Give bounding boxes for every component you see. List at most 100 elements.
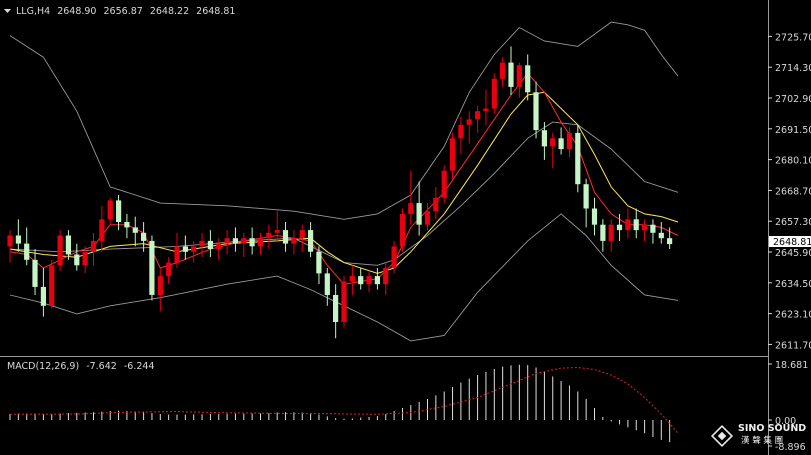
candle-body — [82, 251, 88, 266]
candle-body — [608, 224, 614, 241]
candle-body — [99, 219, 105, 241]
candle — [575, 124, 581, 193]
current-price-marker: 2648.81 — [769, 236, 811, 248]
candle-body — [583, 184, 589, 209]
header-close: 2648.81 — [196, 6, 235, 17]
price-tick-label: 2634.50 — [775, 279, 811, 290]
candle-body — [658, 232, 664, 239]
candle-body — [633, 219, 639, 231]
candle-body — [266, 232, 272, 239]
candle-body — [458, 124, 464, 139]
candle-body — [366, 276, 372, 285]
candle-body — [166, 262, 172, 277]
logo-name: SINO SOUND — [738, 423, 806, 434]
candle-body — [207, 240, 213, 249]
candle-body — [500, 62, 506, 79]
candle-body — [416, 203, 422, 225]
candle-body — [516, 65, 522, 87]
candle-body — [383, 268, 389, 285]
candle-body — [408, 203, 414, 214]
price-tick-label: 2680.10 — [775, 156, 811, 167]
candle — [441, 165, 447, 204]
candle-body — [591, 208, 598, 225]
chart-background — [0, 0, 811, 455]
candle-body — [316, 251, 322, 274]
candle-body — [391, 246, 397, 268]
macd-label: MACD(12,26,9) — [7, 361, 79, 372]
candle-body — [107, 200, 113, 220]
trading-chart: LLG,H4 2648.90 2656.87 2648.22 2648.81 M… — [0, 0, 811, 455]
current-price-label: 2648.81 — [773, 237, 811, 248]
candle-body — [241, 238, 247, 244]
candle-body — [433, 197, 439, 212]
candle-body — [40, 286, 46, 306]
candle-body — [424, 211, 431, 225]
candle-body — [157, 276, 163, 295]
svg-text:LLG,H4 2648.90 265: LLG,H4 2648.90 2656.87 2648.22 2648.81 — [16, 6, 235, 17]
candle-body — [341, 281, 347, 322]
header-symbol: LLG,H4 — [16, 6, 50, 17]
candle — [49, 259, 55, 309]
candle-body — [57, 235, 63, 266]
candle — [341, 276, 347, 328]
logo-subtitle: 漢 聲 集 團 — [741, 435, 783, 446]
svg-text:MACD(12,26,9) -7.642: MACD(12,26,9) -7.642 -6.244 — [7, 361, 154, 372]
price-tick-label: 2645.90 — [775, 248, 811, 259]
candle-body — [575, 132, 581, 185]
candle-body — [7, 235, 13, 247]
price-tick-label: 2623.10 — [775, 310, 811, 321]
candle-body — [541, 130, 547, 147]
chart-header: LLG,H4 2648.90 2656.87 2648.22 2648.81 — [4, 6, 235, 17]
candle-body — [182, 246, 188, 252]
candle-body — [616, 224, 623, 231]
header-high: 2656.87 — [104, 6, 143, 17]
candle-body — [24, 243, 30, 260]
candle-body — [149, 240, 155, 295]
candle — [491, 73, 497, 114]
candle-body — [224, 238, 230, 244]
candle-body — [625, 219, 631, 231]
candle-body — [282, 230, 289, 244]
candle-body — [483, 108, 489, 112]
candle-body — [116, 200, 122, 222]
candle-body — [299, 230, 305, 239]
candle-body — [466, 119, 472, 125]
candle — [57, 230, 63, 271]
candle-body — [508, 62, 514, 87]
candle-body — [191, 246, 197, 252]
macd-signal-value: -6.244 — [124, 361, 155, 372]
price-tick-label: 2611.70 — [775, 340, 811, 351]
candle-body — [274, 230, 280, 233]
candle-body — [399, 213, 405, 247]
candle-body — [124, 222, 130, 228]
candle-body — [558, 138, 564, 150]
candle-body — [216, 243, 222, 249]
price-tick-label: 2668.70 — [775, 186, 811, 197]
candle-body — [533, 92, 539, 131]
candle-body — [65, 235, 71, 255]
candle-body — [550, 138, 556, 147]
candle-body — [74, 254, 80, 266]
candle-body — [449, 138, 456, 171]
candle-body — [141, 232, 147, 241]
candle-body — [333, 295, 339, 322]
header-low: 2648.22 — [150, 6, 189, 17]
candle-body — [257, 238, 264, 247]
candle-body — [249, 238, 255, 247]
candle-body — [291, 238, 297, 244]
macd-top-tick: 18.681 — [775, 360, 808, 371]
candle-body — [566, 132, 572, 150]
candle-body — [650, 224, 656, 233]
candle-body — [358, 276, 364, 285]
candle-body — [49, 265, 55, 306]
candle-body — [199, 240, 205, 247]
candle-body — [308, 230, 314, 252]
candle-body — [491, 78, 497, 109]
price-tick-label: 2725.70 — [775, 32, 811, 43]
candle-body — [642, 224, 648, 231]
candle-body — [32, 259, 38, 287]
price-tick-label: 2714.30 — [775, 63, 811, 74]
candle-body — [600, 224, 606, 241]
candle-body — [667, 238, 673, 245]
candle-body — [324, 273, 330, 295]
